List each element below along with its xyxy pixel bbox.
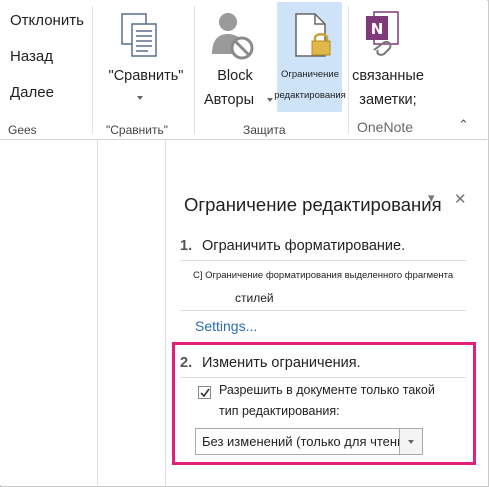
editing-type-select[interactable]: Без изменений (только для чтения) <box>195 428 423 455</box>
compare-icon <box>120 12 160 65</box>
reject-button[interactable]: Отклонить <box>10 12 84 29</box>
checkbox-label-1: Разрешить в документе только такой <box>219 383 435 397</box>
linked-notes-label-1: связанные <box>352 68 424 84</box>
step-2-number: 2. <box>180 355 193 371</box>
restrict-editing-icon <box>293 12 335 65</box>
chevron-down-icon <box>408 440 414 444</box>
linked-notes-label-2: заметки; <box>359 92 417 108</box>
select-value: Без изменений (только для чтения) <box>202 434 416 449</box>
ruler-line <box>97 140 98 485</box>
onenote-icon: N <box>364 8 406 63</box>
allow-editing-checkbox[interactable] <box>198 386 211 399</box>
step-1-number: 1. <box>180 238 193 254</box>
next-button[interactable]: Далее <box>10 84 54 101</box>
block-authors-label-1: Block <box>217 68 253 84</box>
checkbox-label-2: тип редактирования: <box>219 404 340 418</box>
restrict-editing-label-2: редактирования <box>274 90 346 101</box>
styles-text: стилей <box>235 291 274 305</box>
group-label-protect: Защита <box>243 123 286 137</box>
ribbon-separator <box>92 6 93 134</box>
format-restriction-text[interactable]: C] Ограничение форматирования выделенног… <box>193 270 453 281</box>
collapse-ribbon-icon[interactable]: ⌃ <box>458 117 469 133</box>
close-icon[interactable]: ✕ <box>454 190 467 208</box>
ribbon: Отклонить Назад Далее Gees "Сравнить" "С… <box>0 0 487 140</box>
divider <box>180 310 466 311</box>
ribbon-separator <box>194 6 195 134</box>
checkmark-icon <box>200 388 210 398</box>
group-label-gees: Gees <box>8 123 37 137</box>
settings-link[interactable]: Settings... <box>195 318 257 334</box>
divider <box>180 260 466 261</box>
dropdown-button[interactable] <box>399 429 422 454</box>
step-1-title: Ограничить форматирование. <box>202 238 406 254</box>
compare-button-label: "Сравнить" <box>108 68 184 84</box>
svg-text:N: N <box>371 20 384 38</box>
divider <box>180 377 466 378</box>
step-2-title: Изменить ограничения. <box>202 355 361 371</box>
chevron-down-icon <box>137 96 143 100</box>
block-authors-label-2: Авторы <box>203 92 255 108</box>
previous-button[interactable]: Назад <box>10 48 53 65</box>
block-authors-icon <box>208 10 256 65</box>
restrict-editing-label-1: Ограничение <box>280 69 340 80</box>
group-label-onenote: OneNote <box>357 119 414 135</box>
group-label-compare: "Сравнить" <box>106 123 168 137</box>
pane-title: Ограничение редактирования <box>184 194 442 215</box>
